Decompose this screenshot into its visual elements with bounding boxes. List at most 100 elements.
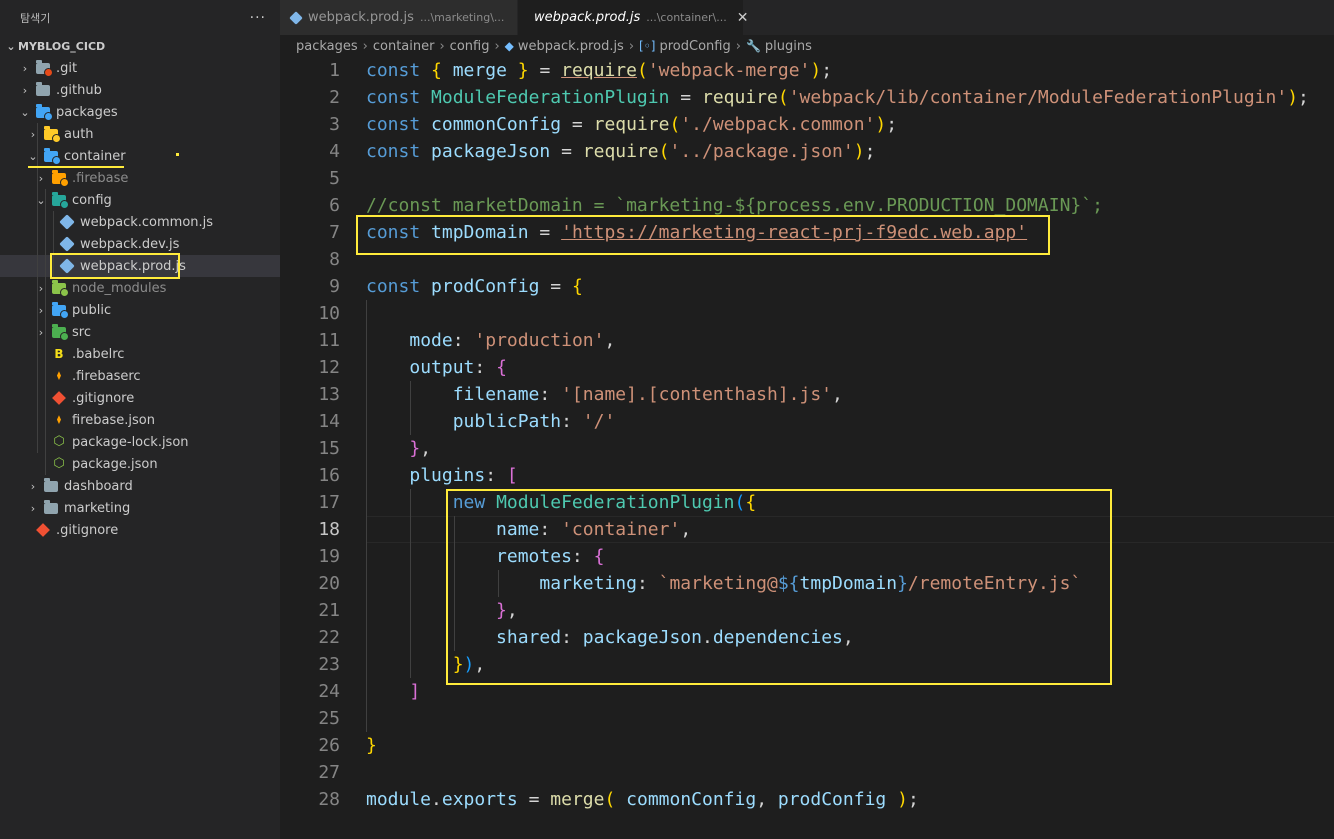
close-icon[interactable]: ✕ [737,10,749,26]
tree-item[interactable]: ⌄ packages [0,101,280,123]
tree-item-label: packages [56,104,118,120]
code-line-13: filename: '[name].[contenthash].js', [452,384,843,405]
editor-tabs: webpack.prod.js ...\marketing\... webpac… [280,0,1334,35]
tree-item[interactable]: .gitignore [0,519,280,541]
tab-marketing-webpack-prod[interactable]: webpack.prod.js ...\marketing\... [280,0,518,35]
tree-item-label: .gitignore [56,522,119,538]
tab-title: webpack.prod.js [308,10,414,25]
folder-public-icon [52,302,69,319]
tree-item-label: webpack.dev.js [80,236,180,252]
explorer-title: 탐색기 [20,11,51,25]
breadcrumb-item[interactable]: plugins [765,39,812,54]
annotation-underline-container [28,166,124,168]
tree-item[interactable]: ⬡ package.json [0,453,280,475]
breadcrumb: packages › container › config › ◆ webpack.pr… [280,35,1334,57]
tree-item[interactable]: B .babelrc [0,343,280,365]
code-line-15: }, [409,438,432,459]
tree-item[interactable]: .gitignore [0,387,280,409]
breadcrumb-item[interactable]: container [373,39,435,54]
breadcrumb-item[interactable]: config [450,39,490,54]
folder-badge [60,332,69,341]
folder-badge [60,200,69,209]
tree-item-label: package-lock.json [72,434,189,450]
firebase-icon: ♦ [55,413,63,427]
tree-item[interactable]: ⌄ config [0,189,280,211]
webpack-icon [524,14,532,21]
indent-guide [410,381,411,435]
tree-item[interactable]: webpack.dev.js [0,233,280,255]
tree-item[interactable]: › .github [0,79,280,101]
tab-container-webpack-prod[interactable]: webpack.prod.js ...\container\... ✕ [518,0,748,35]
folder-badge [52,156,61,165]
tree-item-label: .firebaserc [72,368,141,384]
line-number-row: 8 [280,246,350,273]
tree-item[interactable]: ⬡ package-lock.json [0,431,280,453]
tree-item[interactable]: › auth [0,123,280,145]
tree-item[interactable]: › dashboard [0,475,280,497]
tree-item-label: auth [64,126,94,142]
annotation-box-prod-file [50,253,180,279]
line-number-row: 10 [280,300,350,327]
tree-item[interactable]: › marketing [0,497,280,519]
folder-src-icon [52,324,69,341]
breadcrumb-item[interactable]: prodConfig [660,39,731,54]
webpack-icon [289,10,303,25]
tab-path: ...\marketing\... [419,11,505,24]
npm-icon: ⬡ [53,434,65,449]
tree-item[interactable]: ♦ firebase.json [0,409,280,431]
breadcrumb-item[interactable]: packages [296,39,358,54]
git-icon [36,523,50,537]
tree-item-label: .gitignore [72,390,135,406]
tree-item[interactable]: ♦ .firebaserc [0,365,280,387]
tree-item[interactable]: › src [0,321,280,343]
folder-badge [60,178,69,187]
npm-icon: ⬡ [53,456,65,471]
tree-item[interactable]: ⌄ container [0,145,280,167]
tree-item[interactable]: › public [0,299,280,321]
tree-item-label: .firebase [72,170,129,186]
code-line-11: mode: 'production', [409,330,616,351]
code-line-16: plugins: [ [409,465,518,486]
git-icon [52,391,66,405]
more-actions-button[interactable]: ··· [250,10,266,26]
chevron-right-icon: › [22,61,28,75]
tree-item[interactable]: webpack.common.js [0,211,280,233]
line-number-row: 27 [280,759,350,786]
tree-item-label: src [72,324,91,340]
tree-indent-guide [37,123,38,453]
chevron-right-icon: › [30,479,36,493]
tree-item-label: node_modules [72,280,167,296]
annotation-dot [176,153,179,156]
tree-item-label: .git [56,60,78,76]
folder-badge [44,112,53,121]
webpack-icon [59,214,75,230]
folder-badge [60,310,69,319]
folder-badge [60,288,69,297]
breadcrumb-item[interactable]: webpack.prod.js [518,39,624,54]
folder-packages-icon [36,104,53,121]
line-number-row: 25 [280,705,350,732]
tree-item-label: container [64,148,126,164]
folder-firebase-icon [52,170,69,187]
folder-badge [52,134,61,143]
folder-auth-icon [44,126,61,143]
tree-item-label: firebase.json [72,412,155,428]
tree-item-label: dashboard [64,478,133,494]
webpack-icon: ◆ [504,39,514,53]
code-editor[interactable]: 1 2 3 4 5 6 7 8 9 10 11 12 13 14 15 16 17 18 19 20 21 22 23 24 2… [280,57,1334,839]
firebase-icon: ♦ [55,369,63,383]
tree-item[interactable]: › .git [0,57,280,79]
line-number: 27 [318,762,340,783]
line-number: 25 [318,708,340,729]
tree-item[interactable]: › node_modules [0,277,280,299]
wrench-icon: 🔧 [745,39,761,53]
workspace-section[interactable]: ⌄ MYBLOG_CICD [0,35,280,57]
explorer-header: 탐색기 ··· [0,0,280,35]
tree-item-label: .babelrc [72,346,125,362]
folder-icon [44,478,58,492]
indent-guide [366,300,367,732]
webpack-icon [59,236,75,252]
code-line-12: output: { [409,357,507,378]
chevron-right-icon: › [30,501,36,515]
tree-item[interactable]: › .firebase [0,167,280,189]
